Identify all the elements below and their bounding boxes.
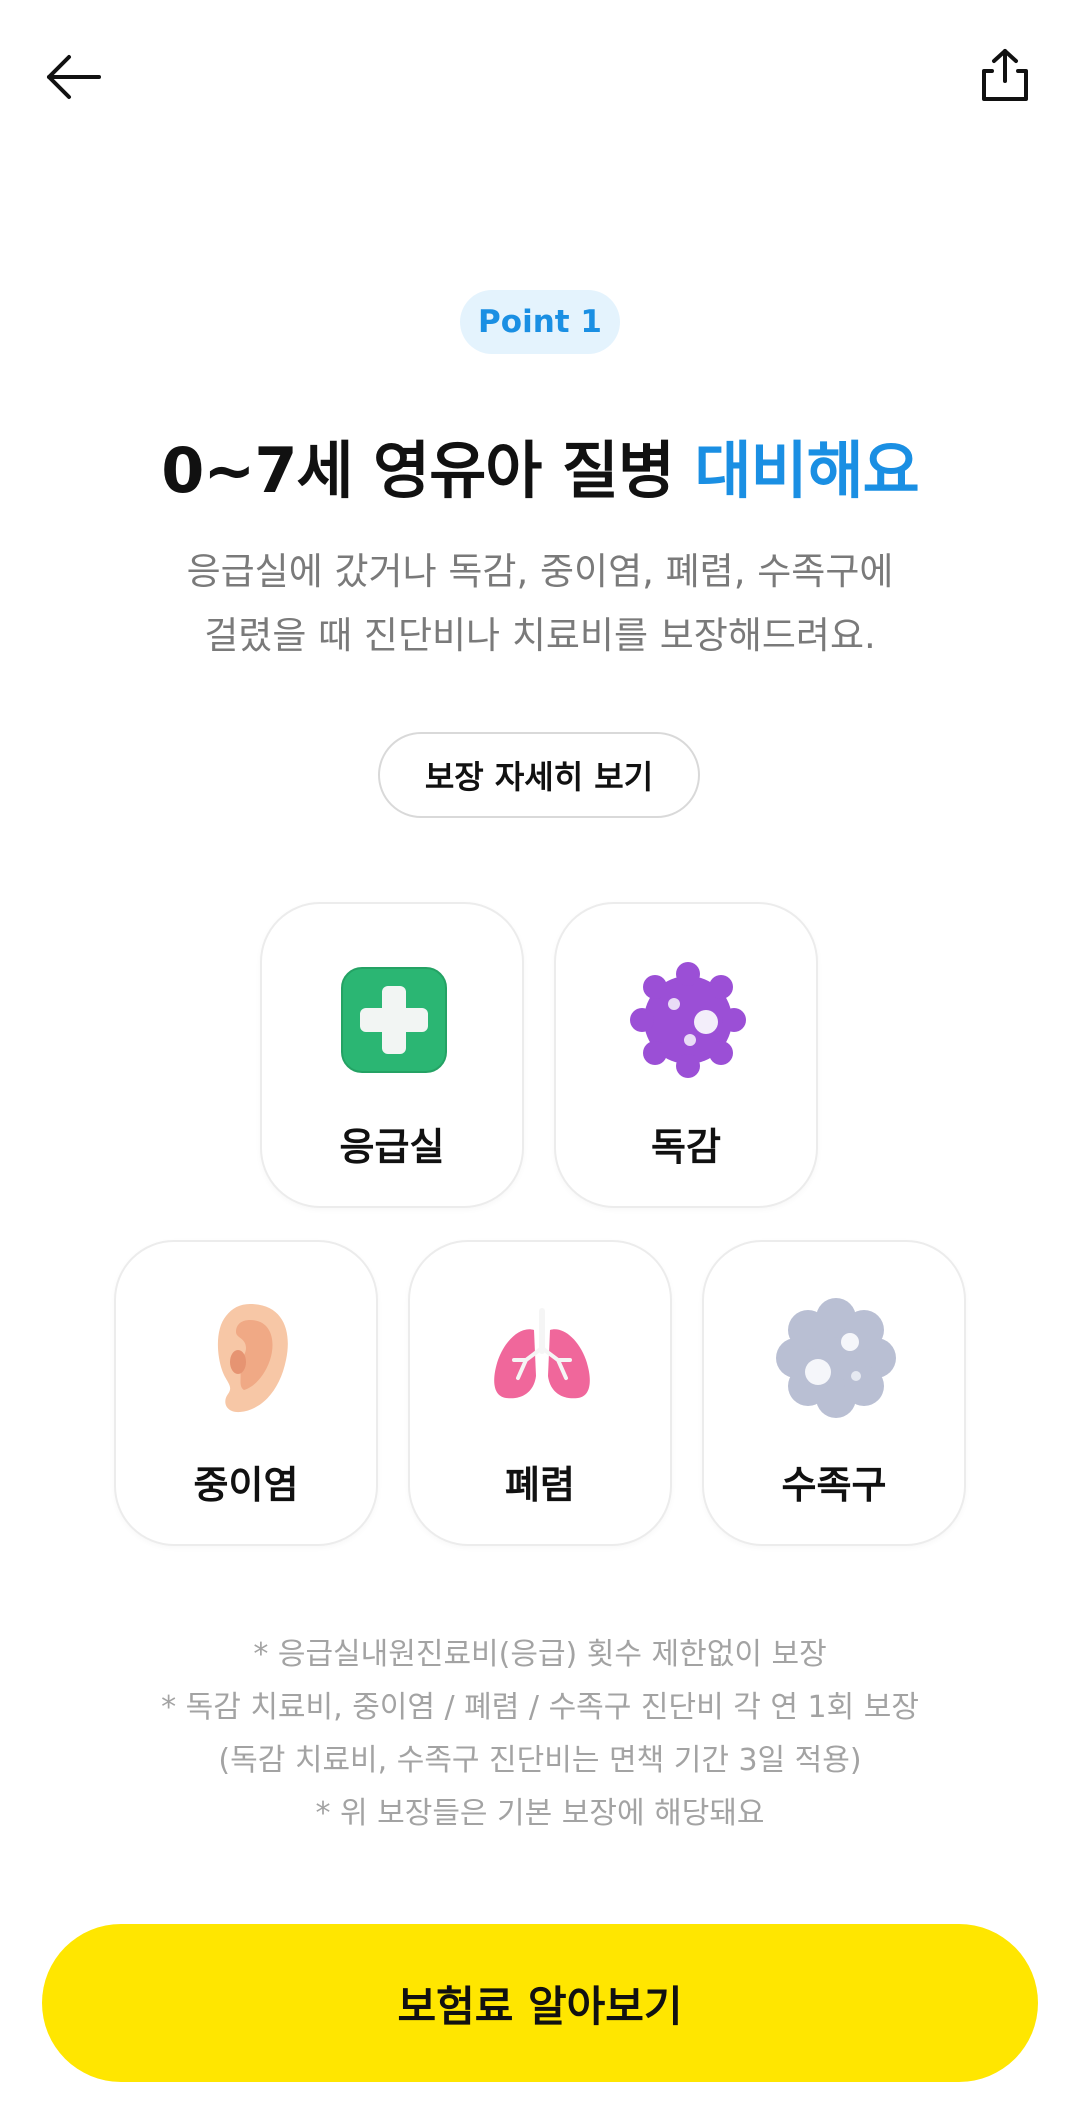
- title-highlight: 대비해요: [694, 434, 920, 507]
- ear-icon: [217, 1304, 288, 1413]
- coverage-card-pneumonia[interactable]: 폐렴: [408, 1240, 672, 1546]
- arrow-left-icon: [47, 55, 101, 99]
- back-button[interactable]: [40, 44, 106, 110]
- note-line: * 응급실내원진료비(응급) 횟수 제한없이 보장: [253, 1637, 827, 1672]
- coverage-label: 독감: [651, 1125, 721, 1169]
- note-line: * 독감 치료비, 중이염 / 폐렴 / 수족구 진단비 각 연 1회 보장: [161, 1690, 919, 1725]
- share-icon: [982, 49, 1028, 101]
- check-premium-button[interactable]: 보험료 알아보기: [42, 1924, 1038, 2082]
- title-main: 0~7세 영유아 질병: [161, 434, 695, 507]
- lungs-icon: [494, 1308, 590, 1399]
- purple-virus-icon: [630, 962, 746, 1078]
- note-line: (독감 치료비, 수족구 진단비는 면책 기간 3일 적용): [218, 1743, 862, 1778]
- description-line: 걸렸을 때 진단비나 치료비를 보장해드려요.: [204, 614, 876, 657]
- coverage-label: 중이염: [193, 1463, 299, 1507]
- green-cross-icon: [341, 967, 447, 1073]
- coverage-card-otitis[interactable]: 중이염: [114, 1240, 378, 1546]
- coverage-label: 수족구: [781, 1463, 887, 1507]
- share-button[interactable]: [970, 40, 1040, 110]
- note-line: * 위 보장들은 기본 보장에 해당돼요: [315, 1796, 765, 1831]
- gray-virus-icon: [776, 1298, 896, 1418]
- coverage-detail-button[interactable]: 보장 자세히 보기: [378, 732, 700, 818]
- page-title: 0~7세 영유아 질병 대비해요: [0, 420, 1080, 510]
- description-line: 응급실에 갔거나 독감, 중이염, 폐렴, 수족구에: [186, 550, 894, 593]
- coverage-label: 폐렴: [505, 1463, 575, 1507]
- top-bar: [0, 0, 1080, 150]
- coverage-card-hfmd[interactable]: 수족구: [702, 1240, 966, 1546]
- point-badge: Point 1: [460, 290, 620, 354]
- coverage-notes: * 응급실내원진료비(응급) 횟수 제한없이 보장 * 독감 치료비, 중이염 …: [60, 1628, 1020, 1840]
- coverage-card-flu[interactable]: 독감: [554, 902, 818, 1208]
- description: 응급실에 갔거나 독감, 중이염, 폐렴, 수족구에 걸렸을 때 진단비나 치료…: [100, 540, 980, 668]
- coverage-label: 응급실: [339, 1125, 445, 1169]
- coverage-card-emergency[interactable]: 응급실: [260, 902, 524, 1208]
